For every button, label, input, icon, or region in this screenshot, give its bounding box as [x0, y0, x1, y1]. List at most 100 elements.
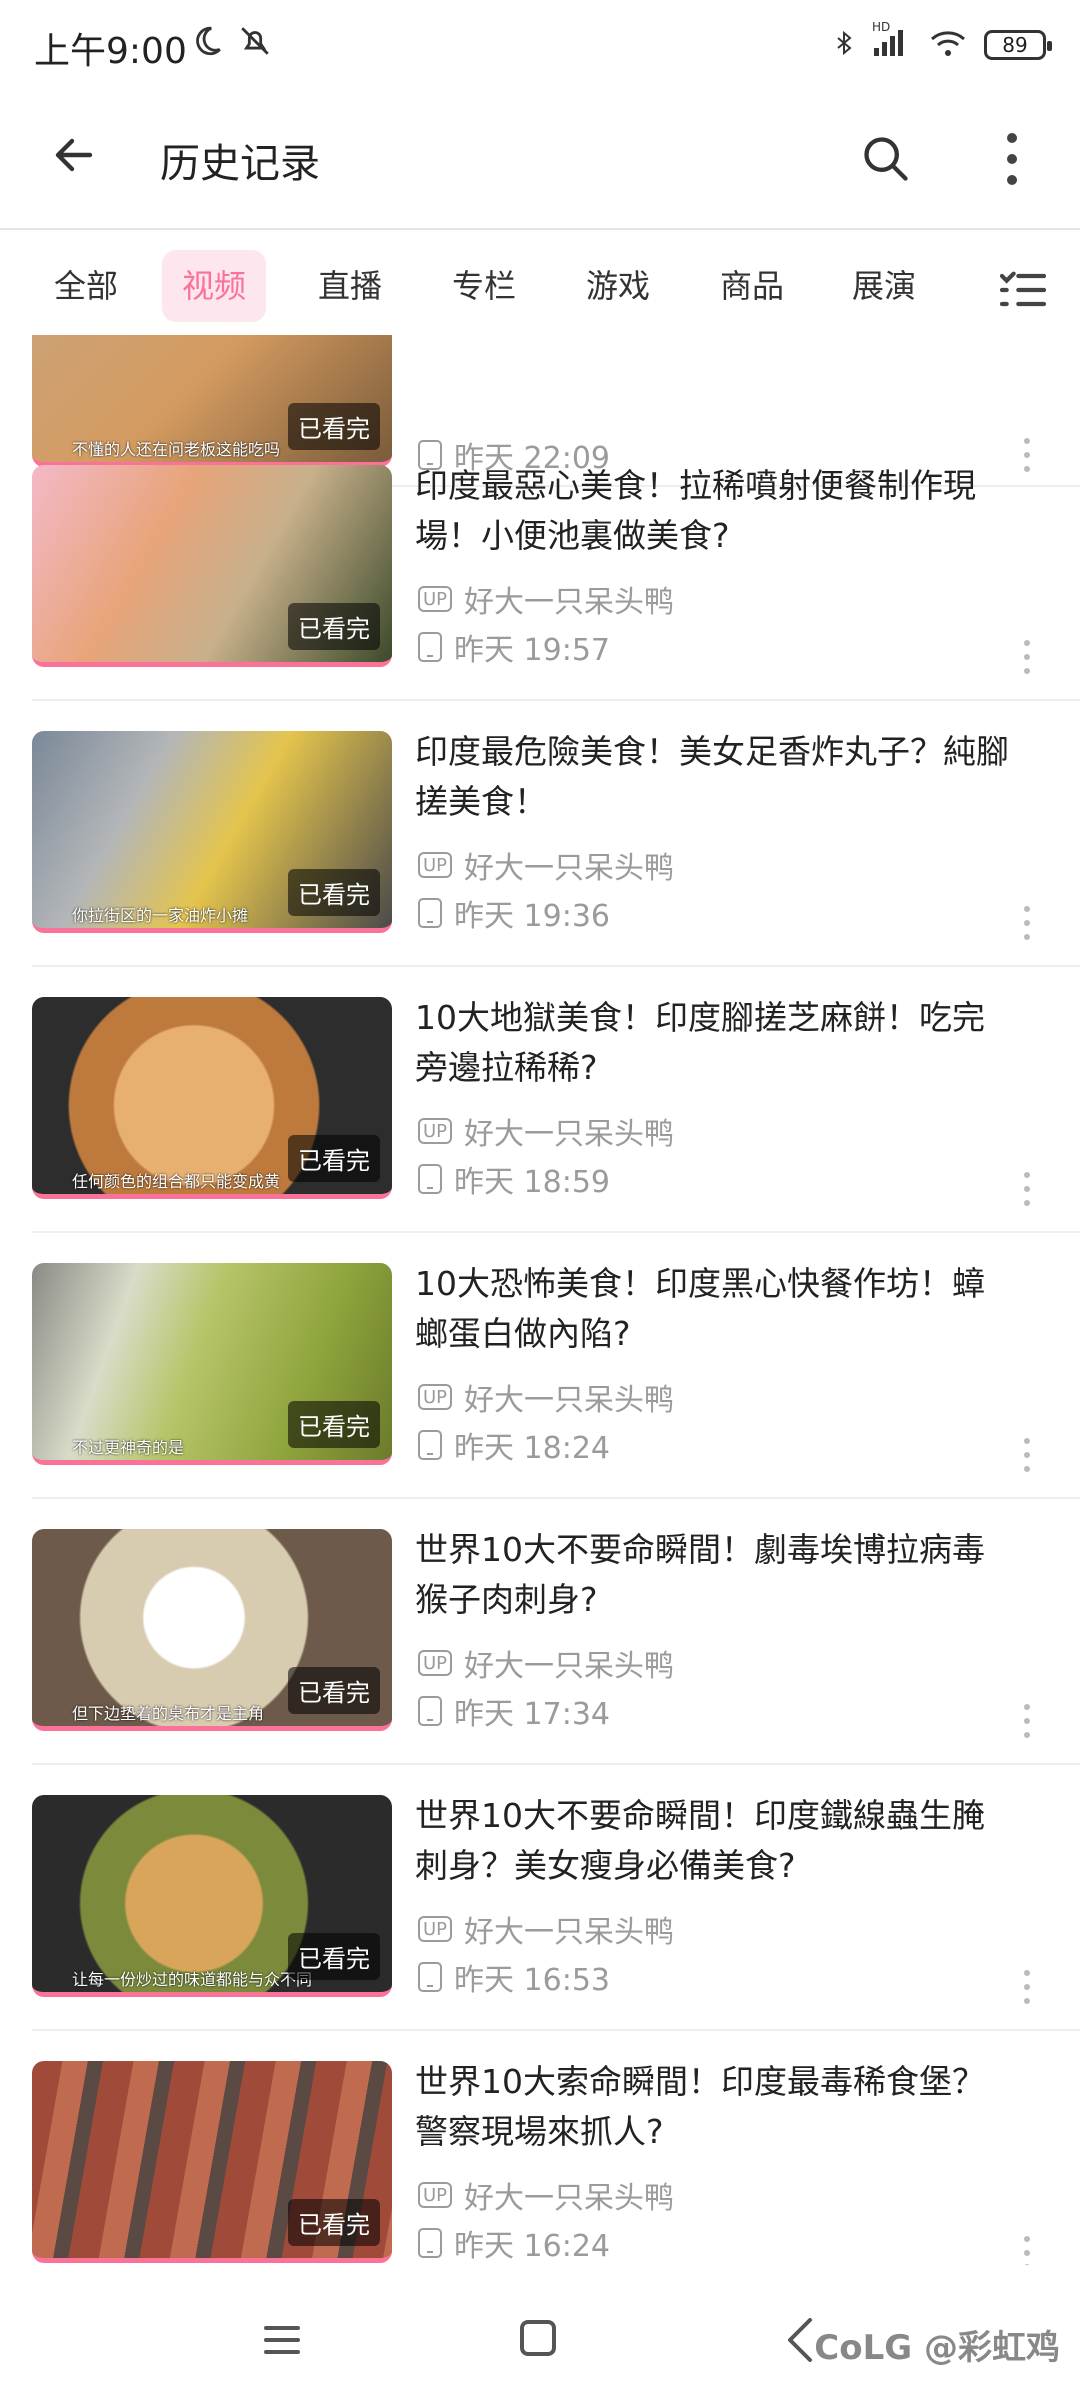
up-badge-icon: UP [418, 586, 452, 612]
back-button[interactable] [42, 125, 106, 189]
tab-column[interactable]: 专栏 [432, 250, 536, 322]
item-divider [32, 1763, 1080, 1765]
watched-badge: 已看完 [288, 403, 380, 450]
phone-device-icon [418, 1430, 442, 1460]
moon-icon [190, 24, 224, 62]
up-badge-icon: UP [418, 2182, 452, 2208]
tab-show[interactable]: 展演 [832, 250, 936, 322]
uploader-name[interactable]: 好大一只呆头鸭 [464, 1375, 674, 1419]
video-thumbnail[interactable]: 已看完 [32, 2061, 392, 2263]
arrow-left-icon [50, 131, 98, 183]
appbar-divider [0, 228, 1080, 230]
signal-icon: HD [872, 20, 912, 62]
uploader-name[interactable]: 好大一只呆头鸭 [464, 843, 674, 887]
up-badge-icon: UP [418, 852, 452, 878]
tab-game[interactable]: 游戏 [566, 250, 670, 322]
watch-time: 昨天 16:24 [454, 2229, 610, 2264]
tab-live[interactable]: 直播 [298, 250, 402, 322]
watched-badge: 已看完 [288, 1933, 380, 1980]
history-list: 不懂的人还在问老板这能吃吗 已看完 昨天 22:09 已看完 印度最惡心美食！拉… [0, 335, 1080, 2265]
list-item[interactable]: 让每一份炒过的味道都能与众不同 已看完 世界10大不要命瞬間！印度鐵線蟲生腌刺身… [0, 1795, 1080, 2060]
video-thumbnail[interactable]: 你拉街区的一家油炸小摊 已看完 [32, 731, 392, 933]
video-thumbnail[interactable]: 不过更神奇的是 已看完 [32, 1263, 392, 1465]
watch-time: 昨天 17:34 [454, 1697, 610, 1732]
item-more-icon[interactable] [1020, 1435, 1034, 1475]
watched-badge: 已看完 [288, 869, 380, 916]
bluetooth-icon [832, 26, 856, 64]
wifi-icon [928, 27, 968, 63]
list-menu-button[interactable] [995, 262, 1051, 318]
mute-bell-icon [238, 24, 272, 62]
video-thumbnail[interactable]: 不懂的人还在问老板这能吃吗 已看完 [32, 335, 392, 467]
watched-badge: 已看完 [288, 603, 380, 650]
uploader-name[interactable]: 好大一只呆头鸭 [464, 577, 674, 621]
item-more-icon[interactable] [1020, 903, 1034, 943]
more-vertical-icon [1004, 132, 1020, 190]
item-more-icon[interactable] [1020, 1701, 1034, 1741]
video-title[interactable]: 10大恐怖美食！印度黑心快餐作坊！蟑螂蛋白做內陷? [415, 1259, 1015, 1359]
watch-time: 昨天 19:36 [454, 899, 610, 934]
watch-time: 昨天 19:57 [454, 633, 610, 668]
up-badge-icon: UP [418, 1650, 452, 1676]
category-tabs: 全部 视频 直播 专栏 游戏 商品 展演 [0, 240, 1080, 335]
watch-time: 昨天 18:24 [454, 1431, 610, 1466]
list-item[interactable]: 但下边垫着的桌布才是主角 已看完 世界10大不要命瞬間！劇毒埃博拉病毒猴子肉刺身… [0, 1529, 1080, 1794]
watched-badge: 已看完 [288, 2199, 380, 2246]
item-divider [32, 1231, 1080, 1233]
phone-device-icon [418, 1962, 442, 1992]
video-title[interactable]: 印度最危險美食！美女足香炸丸子？純腳搓美食！ [415, 727, 1015, 827]
tab-goods[interactable]: 商品 [700, 250, 804, 322]
uploader-name[interactable]: 好大一只呆头鸭 [464, 1641, 674, 1685]
video-title[interactable]: 印度最惡心美食！拉稀噴射便餐制作現場！小便池裏做美食? [415, 461, 1015, 561]
recent-apps-icon[interactable] [262, 2320, 302, 2360]
phone-device-icon [418, 632, 442, 662]
item-more-icon[interactable] [1020, 1169, 1034, 1209]
more-options-button[interactable] [982, 125, 1042, 197]
search-button[interactable] [850, 125, 922, 197]
watched-badge: 已看完 [288, 1135, 380, 1182]
list-item[interactable]: 已看完 印度最惡心美食！拉稀噴射便餐制作現場！小便池裏做美食? UP 好大一只呆… [0, 465, 1080, 730]
uploader-name[interactable]: 好大一只呆头鸭 [464, 2173, 674, 2217]
phone-device-icon [418, 1164, 442, 1194]
video-title[interactable]: 10大地獄美食！印度腳搓芝麻餅！吃完旁邊拉稀稀? [415, 993, 1015, 1093]
list-item[interactable]: 不过更神奇的是 已看完 10大恐怖美食！印度黑心快餐作坊！蟑螂蛋白做內陷? UP… [0, 1263, 1080, 1528]
item-more-icon[interactable] [1020, 1967, 1034, 2007]
watch-time: 昨天 16:53 [454, 1963, 610, 1998]
list-item[interactable]: 你拉街区的一家油炸小摊 已看完 印度最危險美食！美女足香炸丸子？純腳搓美食！ U… [0, 731, 1080, 996]
video-thumbnail[interactable]: 让每一份炒过的味道都能与众不同 已看完 [32, 1795, 392, 1997]
up-badge-icon: UP [418, 1118, 452, 1144]
tab-all[interactable]: 全部 [34, 250, 138, 322]
uploader-name[interactable]: 好大一只呆头鸭 [464, 1907, 674, 1951]
uploader-name[interactable]: 好大一只呆头鸭 [464, 1109, 674, 1153]
watched-badge: 已看完 [288, 1667, 380, 1714]
video-title[interactable]: 世界10大不要命瞬間！劇毒埃博拉病毒猴子肉刺身? [415, 1525, 1015, 1625]
item-divider [32, 1497, 1080, 1499]
system-navigation-bar: CoLG @彩虹鸡 [0, 2290, 1080, 2401]
phone-device-icon [418, 898, 442, 928]
list-item[interactable]: 已看完 世界10大索命瞬間！印度最毒稀食堡？警察現場來抓人? UP 好大一只呆头… [0, 2061, 1080, 2265]
video-title[interactable]: 世界10大不要命瞬間！印度鐵線蟲生腌刺身？美女瘦身必備美食? [415, 1791, 1015, 1891]
item-divider [32, 699, 1080, 701]
item-more-icon[interactable] [1020, 637, 1034, 677]
watched-badge: 已看完 [288, 1401, 380, 1448]
video-title[interactable]: 世界10大索命瞬間！印度最毒稀食堡？警察現場來抓人? [415, 2057, 1015, 2157]
page-title: 历史记录 [160, 141, 320, 187]
list-item[interactable]: 任何颜色的组合都只能变成黄 已看完 10大地獄美食！印度腳搓芝麻餅！吃完旁邊拉稀… [0, 997, 1080, 1262]
battery-indicator: 89 [984, 30, 1052, 60]
tab-video[interactable]: 视频 [162, 250, 267, 322]
phone-device-icon [418, 1696, 442, 1726]
list-menu-icon [995, 271, 1051, 322]
video-thumbnail[interactable]: 任何颜色的组合都只能变成黄 已看完 [32, 997, 392, 1199]
top-app-bar: 历史记录 [0, 95, 1080, 230]
watermark: CoLG @彩虹鸡 [814, 2328, 1060, 2368]
video-thumbnail[interactable]: 已看完 [32, 465, 392, 667]
up-badge-icon: UP [418, 1916, 452, 1942]
status-bar: 上午9:00 HD 89 [0, 0, 1080, 95]
item-divider [32, 2029, 1080, 2031]
item-divider [32, 965, 1080, 967]
item-more-icon[interactable] [1020, 2233, 1034, 2265]
search-icon [860, 133, 912, 189]
watch-time: 昨天 18:59 [454, 1165, 610, 1200]
video-thumbnail[interactable]: 但下边垫着的桌布才是主角 已看完 [32, 1529, 392, 1731]
home-icon[interactable] [520, 2320, 556, 2356]
